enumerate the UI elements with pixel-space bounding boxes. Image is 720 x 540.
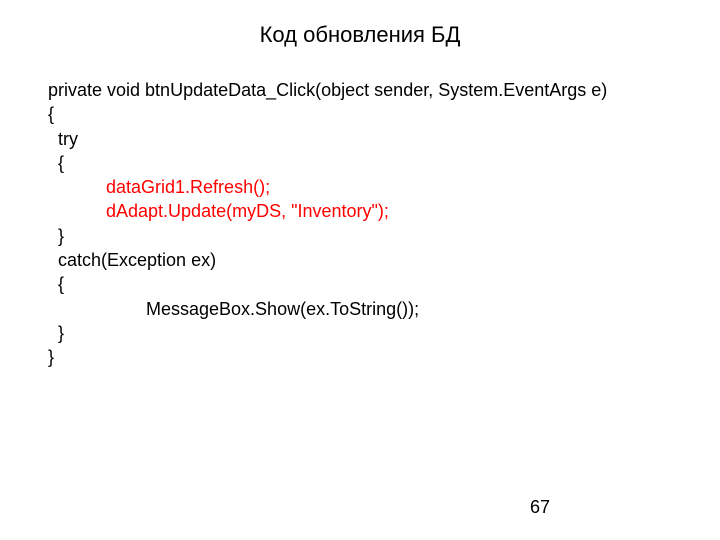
code-block: private void btnUpdateData_Click(object … [0, 78, 720, 370]
code-line: { [48, 102, 720, 126]
code-line-highlight: dataGrid1.Refresh(); [48, 175, 720, 199]
code-line: catch(Exception ex) [48, 248, 720, 272]
code-line: { [48, 272, 720, 296]
code-line: } [48, 321, 720, 345]
slide-title: Код обновления БД [0, 0, 720, 78]
code-line: { [48, 151, 720, 175]
code-line-highlight: dAdapt.Update(myDS, "Inventory"); [48, 199, 720, 223]
code-line: MessageBox.Show(ex.ToString()); [48, 297, 720, 321]
page-number: 67 [0, 497, 720, 518]
code-line: private void btnUpdateData_Click(object … [48, 78, 720, 102]
code-line: } [48, 345, 720, 369]
code-line: try [48, 127, 720, 151]
code-line: } [48, 224, 720, 248]
